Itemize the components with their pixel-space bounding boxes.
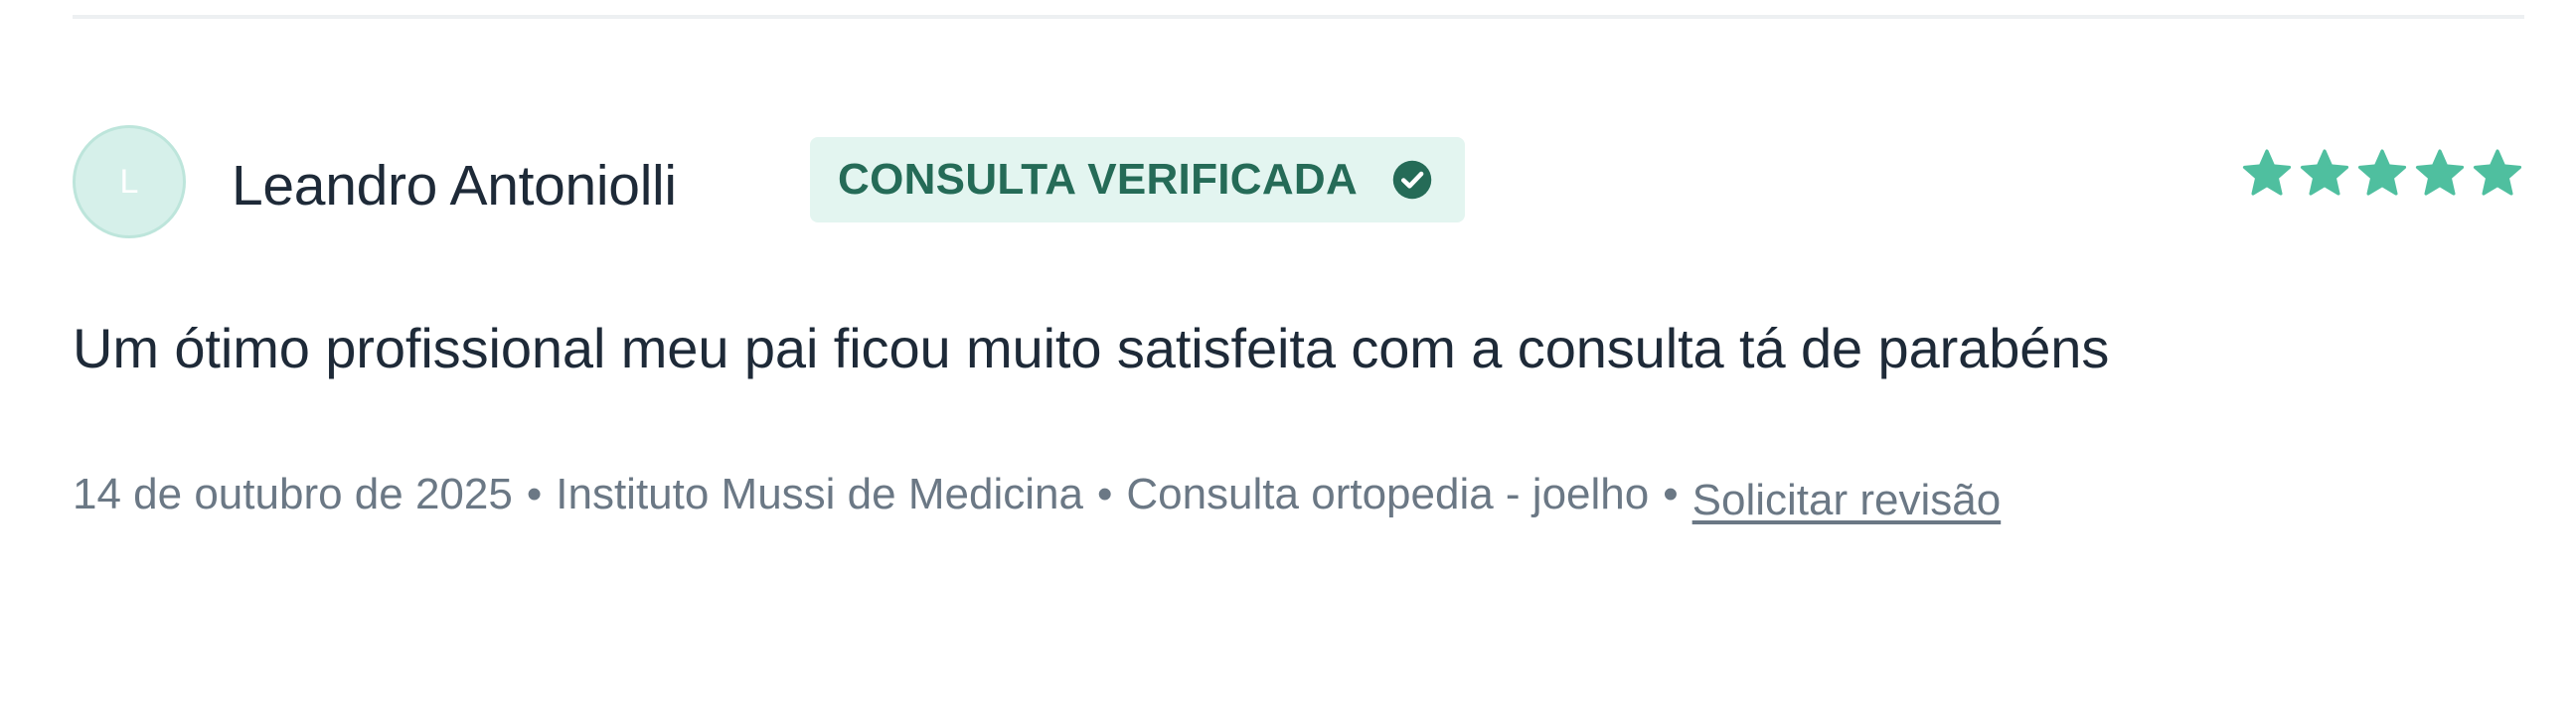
meta-separator: • <box>526 470 543 518</box>
star-rating <box>2240 147 2524 201</box>
verified-badge: CONSULTA VERIFICADA <box>810 137 1466 222</box>
star-icon <box>2415 149 2465 196</box>
star-icon <box>2242 149 2292 196</box>
review-header: L Leandro Antoniolli CONSULTA VERIFICADA <box>73 125 2524 246</box>
verified-badge-label: CONSULTA VERIFICADA <box>838 155 1359 204</box>
star-icon <box>2357 149 2407 196</box>
check-circle-icon <box>1392 160 1432 200</box>
review-service: Consulta ortopedia - joelho <box>1126 470 1650 518</box>
review-card: L Leandro Antoniolli CONSULTA VERIFICADA… <box>73 125 2524 524</box>
author-name: Leandro Antoniolli <box>232 154 677 218</box>
avatar: L <box>73 125 186 238</box>
review-meta: 14 de outubro de 2025 • Instituto Mussi … <box>73 465 2001 524</box>
avatar-initial: L <box>119 162 139 201</box>
request-review-link[interactable]: Solicitar revisão <box>1692 471 2002 530</box>
review-text: Um ótimo profissional meu pai ficou muit… <box>73 317 2110 379</box>
top-divider <box>73 15 2524 19</box>
meta-separator: • <box>1096 470 1113 518</box>
review-date: 14 de outubro de 2025 <box>73 470 513 518</box>
star-icon <box>2473 149 2522 196</box>
star-icon <box>2300 149 2349 196</box>
review-location: Instituto Mussi de Medicina <box>556 470 1083 518</box>
meta-separator: • <box>1663 470 1679 518</box>
